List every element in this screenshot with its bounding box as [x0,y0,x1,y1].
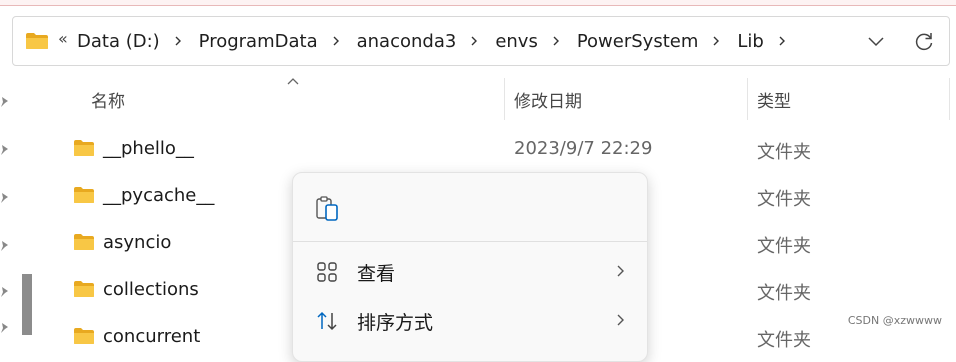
breadcrumb-item[interactable]: anaconda3 [357,31,457,52]
file-type: 文件夹 [757,330,811,351]
folder-icon [74,140,94,156]
file-date: 2023/9/7 22:29 [514,138,653,159]
file-name: collections [103,279,199,300]
folder-icon [74,187,94,203]
watermark: CSDN @xzwwww [847,314,942,327]
breadcrumb-item[interactable]: ProgramData [199,31,318,52]
context-menu: 查看 排序方式 [292,172,648,362]
file-type: 文件夹 [757,142,811,163]
column-header-date[interactable]: 修改日期 [514,78,582,120]
pin-icon [1,97,8,107]
breadcrumb: Data (D:) ProgramData anaconda3 envs Pow… [77,29,803,53]
refresh-icon[interactable] [913,30,935,52]
chevron-right-icon [617,265,624,277]
window-top-edge [0,0,956,6]
breadcrumb-item[interactable]: Data (D:) [77,31,160,52]
menu-divider [293,241,647,242]
chevron-right-icon[interactable] [331,36,341,46]
chevron-right-icon[interactable] [777,36,787,46]
file-name: __pycache__ [103,185,215,206]
file-type: 文件夹 [757,189,811,210]
column-header-type[interactable]: 类型 [757,78,791,120]
pin-icon [1,287,8,297]
sort-icon [317,311,337,331]
breadcrumb-overflow-button[interactable]: « [58,29,68,48]
pin-icon [1,145,8,155]
chevron-down-icon[interactable] [866,31,886,51]
pin-icon [1,241,8,251]
pin-icon [1,193,8,203]
file-name: concurrent [103,326,201,347]
breadcrumb-item[interactable]: Lib [737,31,763,52]
chevron-right-icon[interactable] [551,36,561,46]
menu-item-label: 排序方式 [357,312,434,334]
menu-item-label: 查看 [357,263,396,285]
file-type: 文件夹 [757,236,811,257]
column-divider[interactable] [747,78,748,120]
address-bar[interactable]: « Data (D:) ProgramData anaconda3 envs P… [12,16,950,66]
chevron-right-icon [617,314,624,326]
list-item[interactable]: __phello__ 2023/9/7 22:29 文件夹 [60,126,956,172]
file-name: __phello__ [103,138,194,159]
chevron-right-icon[interactable] [469,36,479,46]
navigation-scrollbar-thumb[interactable] [22,274,32,335]
context-menu-quick-actions [293,173,647,237]
sort-ascending-icon [287,78,299,85]
file-type: 文件夹 [757,283,811,304]
grid-view-icon [317,262,337,282]
navigation-pane-edge [0,78,40,335]
breadcrumb-item[interactable]: envs [495,31,538,52]
file-name: asyncio [103,232,172,253]
column-divider[interactable] [949,78,950,120]
folder-icon [74,328,94,344]
folder-icon [26,33,48,49]
chevron-right-icon[interactable] [711,36,721,46]
chevron-right-icon[interactable] [173,36,183,46]
folder-icon [74,234,94,250]
column-divider[interactable] [504,78,505,120]
paste-icon[interactable] [315,195,341,223]
menu-item-view[interactable]: 查看 [293,248,647,294]
folder-icon [74,281,94,297]
column-header-name[interactable]: 名称 [91,78,125,120]
pin-icon [1,323,8,333]
menu-item-sort[interactable]: 排序方式 [293,297,647,343]
breadcrumb-item[interactable]: PowerSystem [577,31,699,52]
